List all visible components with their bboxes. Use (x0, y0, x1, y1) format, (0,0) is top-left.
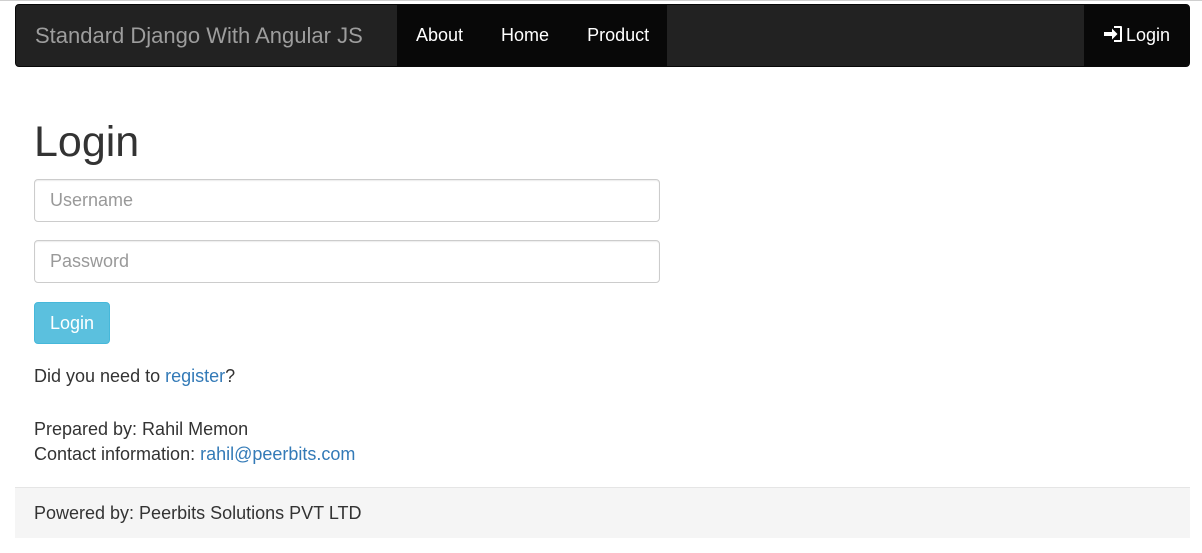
nav-link-home[interactable]: Home (482, 5, 568, 66)
footer: Powered by: Peerbits Solutions PVT LTD (15, 487, 1190, 538)
log-in-icon (1103, 26, 1122, 42)
contact-prefix: Contact information: (34, 444, 201, 464)
username-input[interactable] (34, 179, 660, 222)
navbar: Standard Django With Angular JS About Ho… (15, 4, 1190, 67)
page-title: Login (34, 118, 140, 166)
register-link[interactable]: register (165, 366, 225, 386)
navbar-brand[interactable]: Standard Django With Angular JS (16, 5, 382, 66)
credits: Prepared by: Rahil Memon Contact informa… (34, 417, 355, 467)
nav-link-about[interactable]: About (397, 5, 482, 66)
login-section: Login Login Did you need to register? (34, 110, 660, 389)
register-prompt: Did you need to register? (34, 363, 660, 389)
register-prompt-suffix: ? (225, 366, 236, 386)
register-prompt-prefix: Did you need to (34, 366, 166, 386)
nav-links: About Home Product (397, 5, 667, 66)
login-submit-button[interactable]: Login (34, 302, 111, 344)
prepared-by-text: Prepared by: Rahil Memon (34, 419, 249, 439)
nav-link-product[interactable]: Product (568, 5, 668, 66)
footer-text: Powered by: Peerbits Solutions PVT LTD (34, 503, 362, 523)
contact-email-link[interactable]: rahil@peerbits.com (200, 444, 355, 464)
password-input[interactable] (34, 240, 660, 283)
nav-login-link[interactable]: Login (1084, 5, 1189, 66)
nav-login-label: Login (1125, 25, 1171, 45)
contact-info: Contact information: rahil@peerbits.com (34, 442, 355, 467)
